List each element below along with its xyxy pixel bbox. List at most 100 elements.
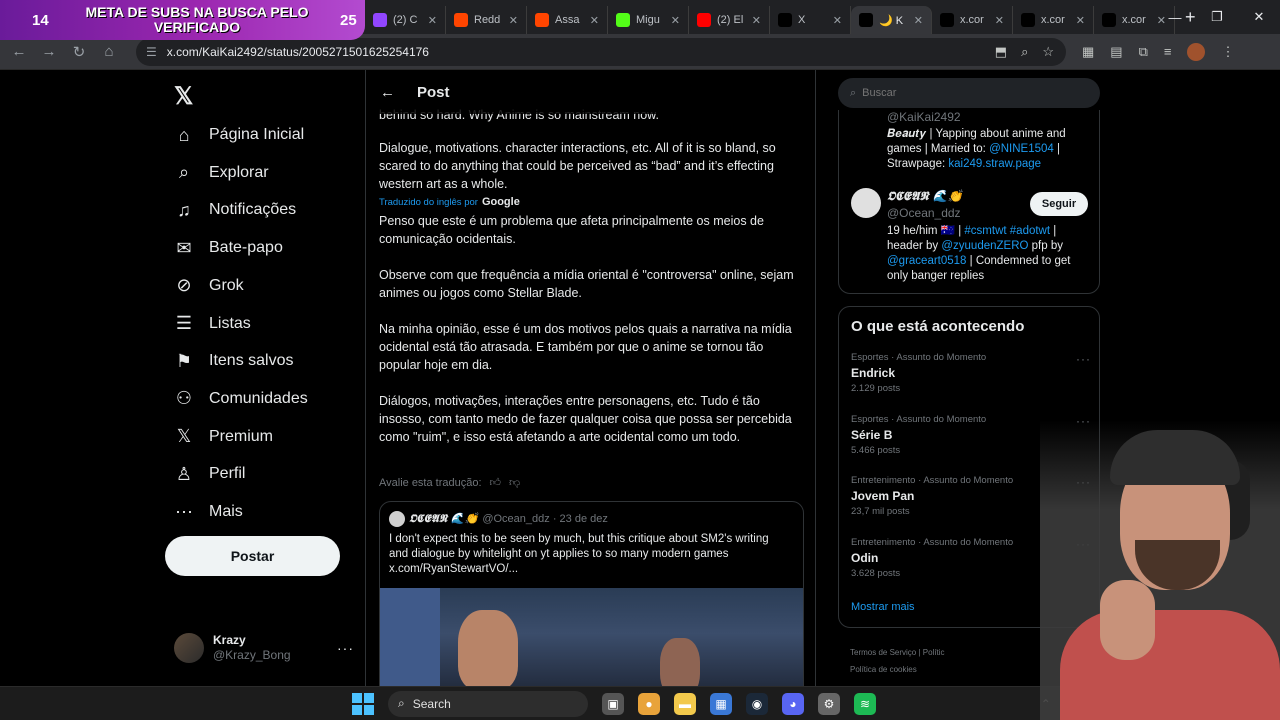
post-button[interactable]: Postar: [165, 536, 340, 576]
nav-item[interactable]: ⌂ Página Inicial: [174, 120, 305, 150]
close-tab-icon[interactable]: ✕: [752, 14, 761, 27]
nav-item[interactable]: ⚑ Itens salvos: [174, 346, 294, 376]
thumbs-up-icon[interactable]: 👍︎: [490, 476, 502, 489]
search-box[interactable]: ⌕: [838, 78, 1100, 108]
bio-link[interactable]: @zyuudenZERO: [941, 240, 1028, 252]
puzzle-icon[interactable]: ⧉: [1139, 44, 1148, 60]
nav-item-label: Listas: [209, 314, 251, 332]
avatar[interactable]: [851, 188, 881, 218]
nav-item[interactable]: ⋯ Mais: [174, 497, 243, 527]
spotify-icon[interactable]: ≋: [854, 692, 876, 715]
bookmark-star-icon[interactable]: ☆: [1042, 44, 1054, 60]
browser-tab[interactable]: x.cor ✕: [1013, 6, 1094, 34]
quote-media-image[interactable]: [380, 588, 803, 686]
home-button[interactable]: ⌂: [94, 43, 124, 60]
close-tab-icon[interactable]: ✕: [914, 14, 923, 27]
follow-button[interactable]: Seguir: [1030, 192, 1088, 216]
minimize-button[interactable]: —: [1154, 10, 1196, 25]
bio-link[interactable]: @graceart0518: [887, 255, 966, 267]
thumbs-down-icon[interactable]: 👎︎: [509, 476, 520, 489]
show-more-link[interactable]: Mostrar mais: [851, 601, 915, 613]
back-button[interactable]: ←: [4, 43, 34, 60]
reload-icon[interactable]: ↻: [64, 43, 94, 61]
maximize-button[interactable]: ❐: [1196, 9, 1238, 25]
extension-icon[interactable]: ▤: [1110, 44, 1122, 60]
task-view-icon[interactable]: ▣: [602, 692, 624, 715]
chrome-icon[interactable]: ●: [638, 692, 660, 715]
nav-item[interactable]: ♫ Notificações: [174, 195, 296, 225]
x-logo-icon[interactable]: 𝕏: [174, 82, 193, 111]
zoom-icon[interactable]: ⌕: [1021, 44, 1028, 60]
quoted-post[interactable]: 𝕺𝕮𝕰𝕬𝕹 🌊👏 @Ocean_ddz · 23 de dez I don't …: [379, 501, 804, 686]
nav-item[interactable]: 𝕏 Premium: [174, 422, 273, 452]
user-name[interactable]: 𝕺𝕮𝕰𝕬𝕹 🌊👏: [887, 189, 963, 204]
browser-tab[interactable]: x.cor ✕: [932, 6, 1013, 34]
close-tab-icon[interactable]: ✕: [590, 14, 599, 27]
left-navigation: 𝕏 ⌂ Página Inicial ⌕ Explorar ♫ Notificações ✉…: [160, 70, 365, 686]
nav-item[interactable]: ⊘ Grok: [174, 271, 243, 301]
browser-tab[interactable]: Assa ✕: [527, 6, 608, 34]
search-input[interactable]: [862, 87, 1083, 99]
bookmark-icon: ⚑: [175, 350, 193, 371]
url-text[interactable]: x.com/KaiKai2492/status/2005271501625254…: [167, 45, 429, 59]
nav-item[interactable]: ♙ Perfil: [174, 459, 246, 489]
home-icon: ⌂: [178, 124, 190, 145]
media-control-icon[interactable]: ≡: [1164, 44, 1172, 59]
back-arrow-icon[interactable]: ←: [380, 84, 395, 101]
discord-icon[interactable]: ◕: [782, 692, 804, 715]
post-paragraph: Diálogos, motivações, interações entre p…: [379, 394, 792, 444]
address-bar[interactable]: ☰ x.com/KaiKai2492/status/20052715016252…: [136, 37, 1066, 66]
close-tab-icon[interactable]: ✕: [671, 14, 680, 27]
site-info-icon[interactable]: ☰: [146, 45, 157, 59]
close-tab-icon[interactable]: ✕: [428, 14, 437, 27]
windows-start-icon[interactable]: [352, 692, 374, 715]
nav-item-label: Notificações: [209, 201, 297, 219]
nav-item[interactable]: ⚇ Comunidades: [174, 384, 308, 414]
nav-item-label: Itens salvos: [209, 352, 294, 370]
bio-hashtags[interactable]: #csmtwt #adotwt: [964, 225, 1050, 237]
more-icon[interactable]: ···: [1076, 352, 1091, 366]
user-handle[interactable]: @Ocean_ddz: [887, 206, 961, 220]
close-tab-icon[interactable]: ✕: [1076, 14, 1085, 27]
extension-icon[interactable]: ▦: [1082, 44, 1094, 60]
close-window-button[interactable]: ✕: [1238, 9, 1280, 25]
settings-gear-icon[interactable]: ⚙: [818, 692, 840, 715]
store-icon[interactable]: ▦: [710, 692, 732, 715]
close-tab-icon[interactable]: ✕: [833, 14, 842, 27]
close-tab-icon[interactable]: ✕: [509, 14, 518, 27]
forward-button[interactable]: →: [34, 43, 64, 60]
x-icon: 𝕏: [176, 426, 192, 447]
user-handle[interactable]: @KaiKai2492: [887, 110, 961, 124]
youtube-icon: [697, 13, 711, 27]
nav-item[interactable]: ☰ Listas: [174, 309, 251, 339]
browser-tab[interactable]: 🌙 K ✕: [851, 6, 932, 34]
more-icon[interactable]: ···: [337, 640, 354, 656]
close-tab-icon[interactable]: ✕: [995, 14, 1004, 27]
browser-tab[interactable]: (2) El ✕: [689, 6, 770, 34]
post-paragraph: Penso que este é um problema que afeta p…: [379, 214, 764, 246]
footer-link[interactable]: Termos de Serviço | Polític: [850, 644, 945, 661]
steam-icon[interactable]: ◉: [746, 692, 768, 715]
tab-title: 🌙 K: [879, 14, 904, 27]
browser-tab[interactable]: Migu ✕: [608, 6, 689, 34]
bio-link[interactable]: kai249.straw.page: [948, 158, 1041, 170]
browser-tab[interactable]: (2) C ✕: [365, 6, 446, 34]
file-explorer-icon[interactable]: ▬: [674, 692, 696, 715]
tab-title: Migu: [636, 14, 660, 26]
account-name: Krazy: [213, 633, 246, 647]
account-switcher[interactable]: Krazy @Krazy_Bong ···: [174, 630, 354, 666]
nav-item[interactable]: ✉ Bate-papo: [174, 233, 282, 263]
user-bio: 19 he/him 🇦🇺 | #csmtwt #adotwt | header …: [887, 225, 1071, 282]
x-icon: [940, 13, 954, 27]
trend-item[interactable]: Esportes · Assunto do Momento Endrick 2.12…: [851, 352, 1091, 394]
browser-tab[interactable]: Redd ✕: [446, 6, 527, 34]
taskbar-search[interactable]: ⌕ Search: [388, 690, 588, 717]
footer-link[interactable]: Política de cookies: [850, 661, 945, 678]
nav-item[interactable]: ⌕ Explorar: [174, 158, 269, 188]
bio-link[interactable]: @NINE1504: [989, 143, 1054, 155]
account-handle: @Krazy_Bong: [213, 648, 291, 662]
profile-avatar[interactable]: [1187, 42, 1206, 61]
install-app-icon[interactable]: ⬒: [995, 44, 1007, 60]
browser-tab[interactable]: X ✕: [770, 6, 851, 34]
menu-kebab-icon[interactable]: ⋮: [1221, 44, 1234, 60]
